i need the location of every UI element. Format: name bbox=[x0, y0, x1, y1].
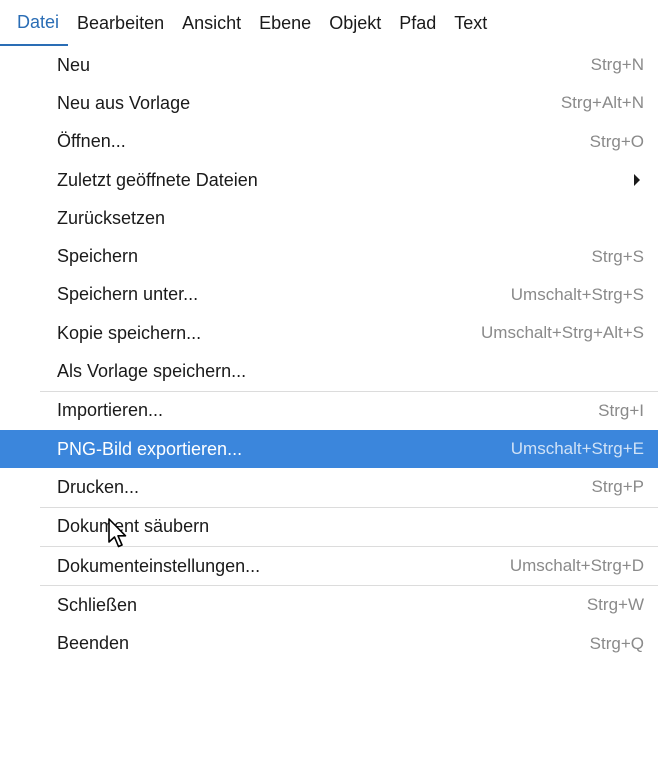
menu-item-shortcut: Umschalt+Strg+E bbox=[510, 439, 644, 459]
menu-item-shortcut: Strg+N bbox=[590, 55, 644, 75]
submenu-arrow-icon bbox=[634, 174, 640, 187]
menu-item-label: Speichern bbox=[57, 246, 139, 267]
menu-item-label: Neu aus Vorlage bbox=[57, 92, 191, 113]
menu-item-close[interactable]: Schließen Strg+W bbox=[0, 586, 658, 624]
menubar-pfad[interactable]: Pfad bbox=[390, 0, 445, 46]
menu-item-label: Schließen bbox=[57, 594, 138, 615]
menubar: Datei Bearbeiten Ansicht Ebene Objekt Pf… bbox=[0, 0, 658, 46]
menu-item-new-from-template[interactable]: Neu aus Vorlage Strg+Alt+N bbox=[0, 84, 658, 122]
menu-item-revert[interactable]: Zurücksetzen bbox=[0, 199, 658, 237]
menu-item-label: Neu bbox=[57, 54, 91, 75]
menubar-bearbeiten[interactable]: Bearbeiten bbox=[68, 0, 173, 46]
menubar-datei[interactable]: Datei bbox=[0, 0, 69, 46]
menu-item-save-as[interactable]: Speichern unter... Umschalt+Strg+S bbox=[0, 276, 658, 314]
menu-item-shortcut: Umschalt+Strg+D bbox=[509, 556, 644, 575]
menu-item-import[interactable]: Importieren... Strg+I bbox=[0, 392, 658, 430]
menu-item-export-png[interactable]: PNG-Bild exportieren... Umschalt+Strg+E bbox=[0, 429, 658, 469]
menu-item-save-copy[interactable]: Kopie speichern... Umschalt+Strg+Alt+S bbox=[0, 314, 658, 352]
menu-item-label: Dokumenteinstellungen... bbox=[57, 555, 261, 576]
menu-item-shortcut: Strg+Q bbox=[589, 633, 644, 653]
menu-item-shortcut: Strg+S bbox=[591, 246, 644, 266]
menu-item-label: Speichern unter... bbox=[57, 284, 199, 305]
menu-item-label: PNG-Bild exportieren... bbox=[57, 438, 243, 459]
menu-item-label: Drucken... bbox=[57, 476, 140, 497]
menubar-text[interactable]: Text bbox=[445, 0, 496, 46]
menubar-ansicht[interactable]: Ansicht bbox=[173, 0, 250, 46]
menu-item-quit[interactable]: Beenden Strg+Q bbox=[0, 624, 658, 662]
menu-item-label: Importieren... bbox=[57, 400, 164, 421]
menu-item-open[interactable]: Öffnen... Strg+O bbox=[0, 123, 658, 161]
menu-item-save[interactable]: Speichern Strg+S bbox=[0, 237, 658, 275]
menu-item-label: Zurücksetzen bbox=[57, 207, 166, 228]
menu-item-recent-files[interactable]: Zuletzt geöffnete Dateien bbox=[0, 161, 658, 199]
menu-item-shortcut: Umschalt+Strg+Alt+S bbox=[481, 323, 644, 343]
menu-item-shortcut: Umschalt+Strg+S bbox=[510, 284, 644, 304]
menu-item-shortcut: Strg+I bbox=[598, 400, 644, 420]
menu-item-new[interactable]: Neu Strg+N bbox=[0, 46, 658, 84]
menu-item-clean-document[interactable]: Dokument säubern bbox=[0, 508, 658, 546]
menu-item-print[interactable]: Drucken... Strg+P bbox=[0, 468, 658, 506]
menu-item-document-properties[interactable]: Dokumenteinstellungen... Umschalt+Strg+D bbox=[0, 547, 658, 585]
menu-item-shortcut: Strg+P bbox=[591, 477, 644, 497]
menu-item-label: Kopie speichern... bbox=[57, 322, 202, 343]
menubar-ebene[interactable]: Ebene bbox=[250, 0, 320, 46]
menu-item-shortcut: Strg+W bbox=[586, 595, 644, 615]
file-menu-dropdown: Neu Strg+N Neu aus Vorlage Strg+Alt+N Öf… bbox=[0, 46, 658, 663]
menu-item-shortcut: Strg+O bbox=[589, 131, 644, 151]
menu-item-label: Öffnen... bbox=[57, 131, 126, 152]
menu-item-label: Dokument säubern bbox=[57, 516, 210, 537]
menu-item-save-as-template[interactable]: Als Vorlage speichern... bbox=[0, 352, 658, 390]
menu-item-label: Zuletzt geöffnete Dateien bbox=[57, 169, 258, 190]
menu-item-shortcut: Strg+Alt+N bbox=[560, 93, 644, 113]
menu-item-label: Als Vorlage speichern... bbox=[57, 361, 247, 382]
menubar-objekt[interactable]: Objekt bbox=[320, 0, 390, 46]
menu-item-label: Beenden bbox=[57, 633, 130, 654]
